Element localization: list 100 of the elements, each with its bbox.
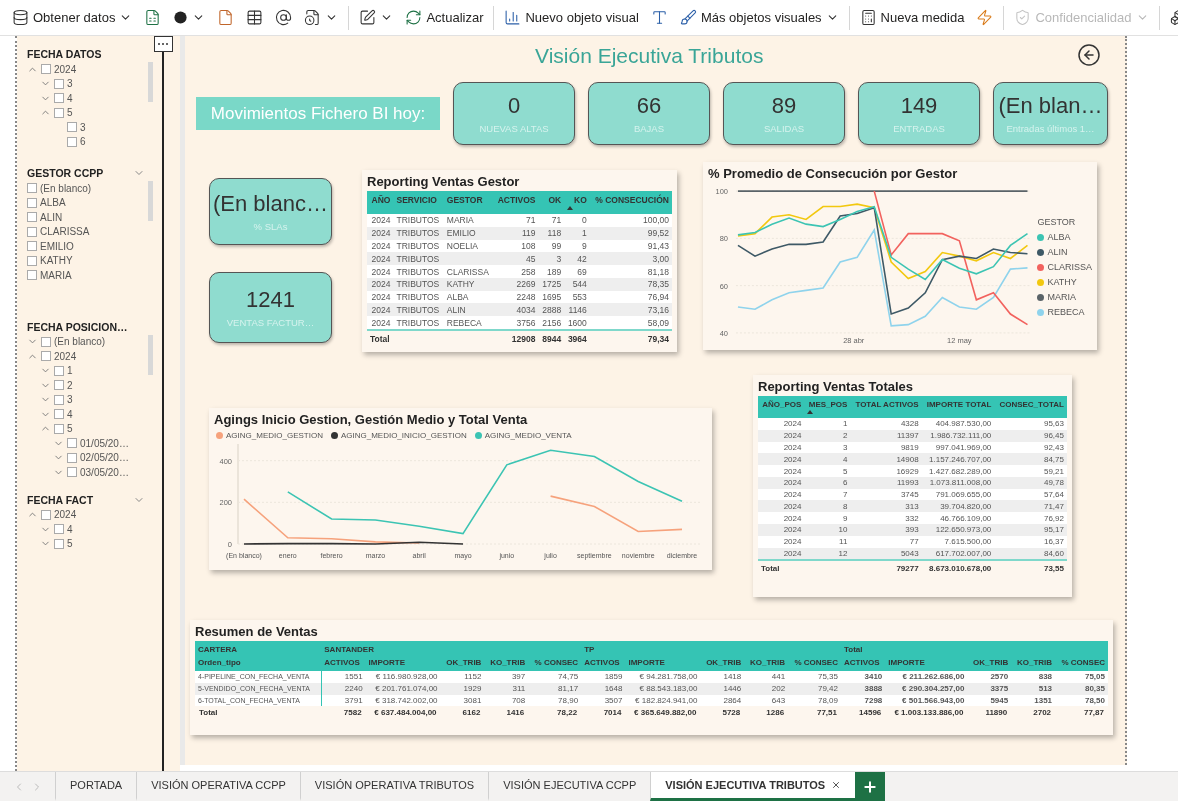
slicer-item[interactable]: ALBA [40, 197, 66, 209]
checkbox[interactable] [27, 183, 37, 194]
checkbox[interactable] [27, 226, 37, 237]
toolbar-button[interactable]: Más objetos visuales [674, 7, 844, 28]
slicer-item[interactable]: 3 [80, 121, 86, 133]
page-tab[interactable]: VISIÓN OPERATIVA TRIBUTOS [299, 772, 489, 801]
column-header[interactable]: MES_POS [804, 396, 851, 418]
column-header[interactable]: % CONSEC [528, 654, 582, 671]
checkbox[interactable] [41, 351, 51, 362]
column-header[interactable]: IMPORTE [365, 654, 441, 671]
checkbox[interactable] [54, 380, 64, 391]
checkbox[interactable] [54, 524, 64, 535]
slicer-item[interactable]: 3 [67, 78, 73, 90]
more-button[interactable] [153, 36, 173, 52]
column-header[interactable]: % CONSEC [1055, 654, 1108, 671]
toolbar-button[interactable]: Nuevo objeto visual [499, 7, 644, 28]
checkbox[interactable] [67, 136, 77, 147]
column-header[interactable]: ACTIVOS [840, 654, 886, 671]
slicer-item[interactable]: 4 [67, 408, 73, 420]
slicer-item[interactable]: ALIN [40, 211, 63, 223]
column-header[interactable]: CONSEC_TOTAL [994, 396, 1067, 418]
slicer-item[interactable]: 2024 [54, 63, 77, 75]
slicer-item[interactable]: 5 [67, 107, 73, 119]
checkbox[interactable] [27, 212, 37, 223]
toolbar-button[interactable]: Nueva medida [854, 7, 970, 28]
column-header[interactable]: AÑO [367, 191, 394, 214]
checkbox[interactable] [41, 509, 51, 520]
checkbox[interactable] [41, 336, 51, 347]
slicer-item[interactable]: CLARISSA [40, 226, 90, 238]
scrollbar[interactable] [148, 181, 153, 221]
slicer-item[interactable]: 3 [67, 394, 73, 406]
table-cell: 96,45 [994, 429, 1067, 442]
column-header[interactable]: SERVICIO [393, 191, 444, 214]
column-header[interactable]: OK_TRIB [700, 654, 745, 671]
column-header[interactable]: IMPORTE [625, 654, 701, 671]
checkbox[interactable] [54, 107, 64, 118]
scrollbar[interactable] [148, 62, 153, 102]
slicer-item[interactable]: 2024 [54, 509, 77, 521]
add-page-button[interactable] [855, 772, 886, 801]
checkbox[interactable] [27, 197, 37, 208]
checkbox[interactable] [67, 452, 77, 463]
slicer-item[interactable]: 03/05/20… [80, 466, 129, 478]
column-header[interactable]: OK_TRIB [967, 654, 1012, 671]
slicer-item[interactable]: KATHY [40, 255, 73, 267]
column-header[interactable]: KO_TRIB [744, 654, 789, 671]
column-header[interactable]: ACTIVOS [581, 654, 626, 671]
checkbox[interactable] [67, 467, 77, 478]
checkbox[interactable] [54, 78, 64, 89]
column-header[interactable]: KO_TRIB [1011, 654, 1056, 671]
checkbox[interactable] [27, 255, 37, 266]
slicer-item[interactable]: 01/05/20… [80, 437, 129, 449]
column-header[interactable]: % CONSECUCIÓN [589, 191, 672, 214]
page-tab[interactable]: VISIÓN OPERATIVA CCPP [136, 772, 300, 801]
slicer-item[interactable]: 2024 [54, 350, 77, 362]
column-header[interactable]: IMPORTE [885, 654, 968, 671]
slicer-item[interactable]: (En blanco) [40, 182, 92, 194]
slicer-item[interactable]: 6 [80, 136, 86, 148]
page-tab[interactable]: PORTADA [55, 772, 137, 801]
checkbox[interactable] [54, 538, 64, 549]
column-header[interactable]: OK [538, 191, 565, 214]
checkbox[interactable] [54, 365, 64, 376]
column-header[interactable]: OK_TRIB [440, 654, 485, 671]
slicer-item[interactable]: 02/05/20… [80, 452, 129, 464]
slicer-item[interactable]: (En blanco) [54, 336, 106, 348]
column-header[interactable]: % CONSEC [788, 654, 841, 671]
checkbox[interactable] [41, 64, 51, 75]
table-cell: 71,47 [994, 500, 1067, 513]
checkbox[interactable] [27, 241, 37, 252]
slicer-item[interactable]: 1 [67, 365, 73, 377]
slicer-item[interactable]: 5 [67, 423, 73, 435]
column-header[interactable]: Orden_tipo [195, 654, 322, 671]
column-header[interactable]: ACTIVOS [493, 191, 539, 214]
close-icon[interactable] [831, 780, 842, 790]
toolbar-button[interactable]: Obtener datos [7, 7, 138, 28]
checkbox[interactable] [67, 122, 77, 133]
checkbox[interactable] [54, 409, 64, 420]
scrollbar[interactable] [148, 334, 153, 375]
checkbox[interactable] [67, 438, 77, 449]
column-header[interactable]: GESTOR [443, 191, 494, 214]
checkbox[interactable] [54, 93, 64, 104]
column-header[interactable]: KO [564, 191, 590, 214]
slicer-item[interactable]: 4 [67, 92, 73, 104]
column-header[interactable]: IMPORTE TOTAL [921, 396, 995, 418]
table-cell: REBECA [443, 316, 494, 331]
column-header[interactable]: AÑO_POS [758, 396, 805, 418]
slicer-item[interactable]: EMILIO [40, 240, 74, 252]
toolbar-button[interactable]: Actualizar [400, 7, 489, 28]
slicer-item[interactable]: 2 [67, 379, 73, 391]
checkbox[interactable] [54, 423, 64, 434]
column-header[interactable]: TOTAL ACTIVOS [850, 396, 922, 418]
slicer-item[interactable]: 5 [67, 538, 73, 550]
checkbox[interactable] [27, 270, 37, 281]
slicer-item[interactable]: MARIA [40, 269, 72, 281]
back-icon[interactable] [1077, 43, 1101, 67]
page-tab[interactable]: VISIÓN EJECUTIVA TRIBUTOS [650, 772, 856, 801]
legend-label: REBECA [1047, 307, 1085, 317]
column-header[interactable]: KO_TRIB [484, 654, 529, 671]
slicer-item[interactable]: 4 [67, 523, 73, 535]
column-header[interactable]: ACTIVOS [321, 654, 366, 671]
checkbox[interactable] [54, 394, 64, 405]
